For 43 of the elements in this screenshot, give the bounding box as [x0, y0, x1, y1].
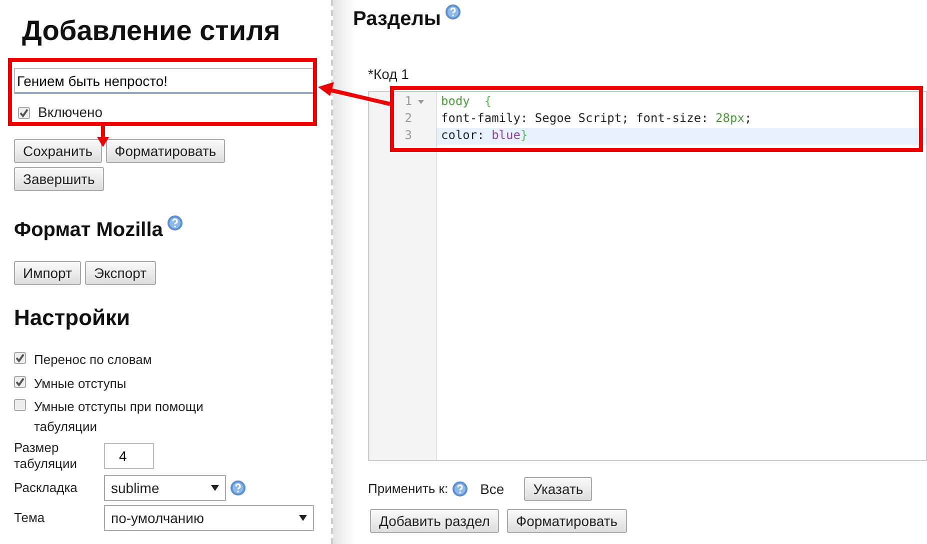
button[interactable]: Добавить раздел	[370, 509, 499, 533]
code-line: body {	[440, 94, 493, 110]
button[interactable]: Экспорт	[84, 261, 156, 285]
button[interactable]: Сохранить	[14, 139, 102, 163]
checkbox[interactable]	[14, 399, 26, 411]
checkbox-label: Перенос по словам	[34, 351, 152, 369]
fold-icon[interactable]	[418, 100, 424, 104]
name-field[interactable]: Гением быть непросто!	[14, 68, 314, 94]
button[interactable]: Импорт	[14, 261, 81, 285]
field-label: Применить к:	[368, 480, 448, 498]
tab-size-field[interactable]: 4	[104, 442, 154, 469]
button[interactable]: Указать	[524, 477, 592, 501]
help-icon[interactable]	[230, 480, 246, 496]
line-number: 1	[369, 94, 436, 111]
field-label: Раскладка	[14, 480, 78, 496]
section-title: Разделы	[353, 8, 441, 30]
checkbox[interactable]	[18, 106, 30, 118]
field-label: Тема	[14, 510, 46, 526]
code-line: font-family: Segoe Script; font-size: 28px;	[440, 111, 753, 127]
help-icon[interactable]	[452, 481, 468, 497]
caret-icon[interactable]	[299, 515, 307, 522]
checkbox-label: Умные отступы	[34, 374, 126, 393]
checkbox[interactable]	[14, 376, 26, 388]
checkbox[interactable]	[14, 352, 26, 364]
button[interactable]: Форматировать	[506, 509, 627, 533]
dropdown[interactable]: по-умолчанию	[104, 505, 314, 532]
code-label: *Код 1	[368, 65, 410, 84]
help-icon[interactable]	[166, 215, 183, 231]
line-number: 3	[404, 128, 413, 144]
line-number: 2	[404, 111, 413, 127]
help-icon[interactable]	[445, 4, 461, 20]
button[interactable]: Завершить	[14, 167, 104, 191]
apply-value: Все	[480, 480, 504, 498]
field-label: Размер табуляции	[14, 440, 78, 472]
page-title: Добавление стиля	[22, 14, 282, 48]
callout-arrow	[97, 126, 109, 147]
dropdown[interactable]: sublime	[104, 475, 226, 502]
checkbox-label: Умные отступы при помощи табуляции	[34, 398, 204, 436]
button[interactable]: Форматировать	[106, 139, 226, 163]
section-title: Формат Mozilla	[14, 219, 163, 241]
checkbox-label: Включено	[38, 103, 103, 122]
caret-icon[interactable]	[211, 485, 219, 492]
section-title: Настройки	[14, 304, 132, 332]
